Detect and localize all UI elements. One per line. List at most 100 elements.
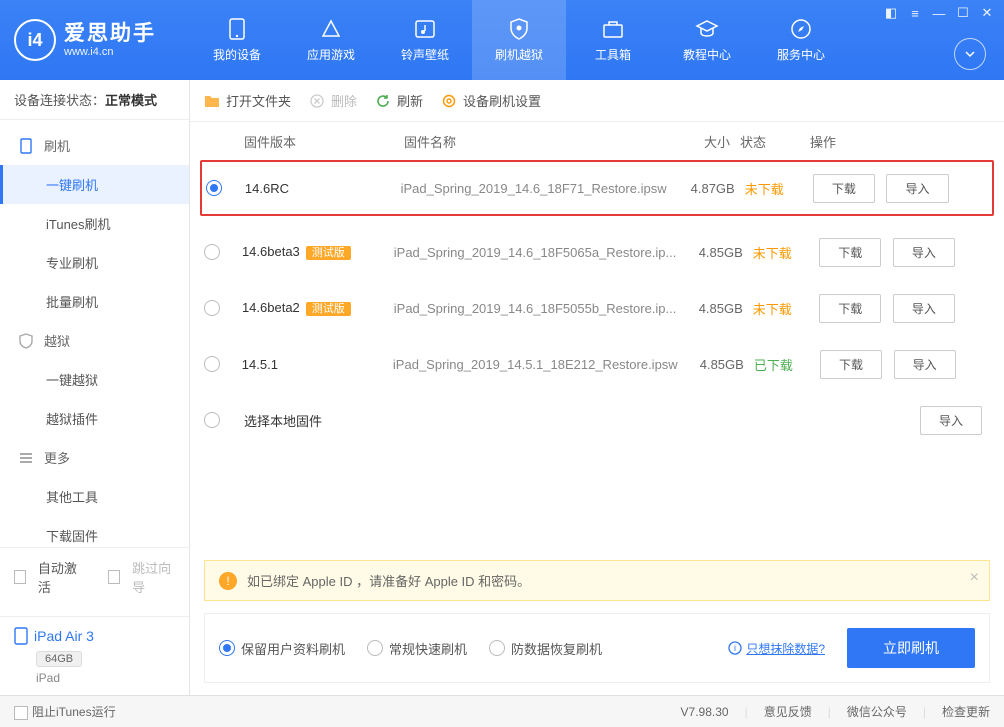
download-button[interactable]: 下载 bbox=[819, 294, 881, 323]
toolbar-open-folder[interactable]: 打开文件夹 bbox=[204, 91, 291, 110]
toolbar-settings[interactable]: 设备刷机设置 bbox=[441, 91, 541, 110]
import-button[interactable]: 导入 bbox=[886, 174, 948, 203]
firmware-radio[interactable] bbox=[206, 180, 222, 196]
sidebar-group-flash[interactable]: 刷机 bbox=[0, 126, 189, 165]
col-size: 大小 bbox=[660, 132, 740, 151]
sidebar-item-oneclick-flash[interactable]: 一键刷机 bbox=[0, 165, 189, 204]
sidebar-item-other-tools[interactable]: 其他工具 bbox=[0, 477, 189, 516]
firmware-version: 14.5.1 bbox=[242, 357, 278, 372]
toolbox-icon bbox=[601, 18, 625, 40]
beta-badge: 测试版 bbox=[306, 246, 351, 260]
nav-service[interactable]: 服务中心 bbox=[754, 0, 848, 80]
skip-guide-checkbox[interactable] bbox=[108, 570, 120, 584]
firmware-row[interactable]: 14.6beta3测试版 iPad_Spring_2019_14.6_18F50… bbox=[204, 224, 990, 280]
sidebar-item-pro-flash[interactable]: 专业刷机 bbox=[0, 243, 189, 282]
col-version: 固件版本 bbox=[244, 132, 404, 151]
auto-activate-label: 自动激活 bbox=[38, 558, 81, 596]
window-minimize-button[interactable]: — bbox=[928, 4, 950, 22]
info-icon: i bbox=[728, 641, 742, 655]
firmware-size: 4.87GB bbox=[691, 181, 735, 196]
window-menu-button[interactable]: ≡ bbox=[904, 4, 926, 22]
footer-feedback[interactable]: 意见反馈 bbox=[764, 703, 812, 720]
firmware-row[interactable]: 14.6beta2 测试版 iPad_Spring_2019_14.6_18F50… bbox=[204, 280, 990, 336]
firmware-radio[interactable] bbox=[204, 356, 220, 372]
sidebar: 设备连接状态：正常模式 刷机 一键刷机 iTunes刷机 专业刷机 批量刷机 越… bbox=[0, 80, 190, 695]
more-icon bbox=[18, 450, 34, 466]
import-button[interactable]: 导入 bbox=[893, 294, 955, 323]
firmware-status: 未下载 bbox=[753, 246, 792, 261]
phone-icon bbox=[225, 18, 249, 40]
sidebar-group-more[interactable]: 更多 bbox=[0, 438, 189, 477]
window-maximize-button[interactable]: ☐ bbox=[952, 4, 974, 22]
nav-ringtones[interactable]: 铃声壁纸 bbox=[378, 0, 472, 80]
toolbar: 打开文件夹 删除 刷新 设备刷机设置 bbox=[190, 80, 1004, 122]
nav-my-device[interactable]: 我的设备 bbox=[190, 0, 284, 80]
gear-icon bbox=[441, 93, 457, 109]
auto-activate-checkbox[interactable] bbox=[14, 570, 26, 584]
shield-small-icon bbox=[18, 333, 34, 349]
close-icon[interactable]: × bbox=[970, 569, 979, 587]
import-button[interactable]: 导入 bbox=[893, 238, 955, 267]
firmware-status: 已下载 bbox=[754, 358, 793, 373]
sidebar-group-jailbreak[interactable]: 越狱 bbox=[0, 321, 189, 360]
firmware-version: 14.6RC bbox=[245, 181, 289, 196]
block-itunes-checkbox[interactable]: 阻止iTunes运行 bbox=[14, 703, 116, 720]
col-name: 固件名称 bbox=[404, 132, 660, 151]
footer-update[interactable]: 检查更新 bbox=[942, 703, 990, 720]
music-icon bbox=[413, 18, 437, 40]
sidebar-item-itunes-flash[interactable]: iTunes刷机 bbox=[0, 204, 189, 243]
sidebar-item-batch-flash[interactable]: 批量刷机 bbox=[0, 282, 189, 321]
opt-keep-data[interactable]: 保留用户资料刷机 bbox=[219, 639, 345, 658]
nav-flash[interactable]: 刷机越狱 bbox=[472, 0, 566, 80]
brand-title: 爱思助手 bbox=[64, 21, 156, 46]
window-close-button[interactable]: ✕ bbox=[976, 4, 998, 22]
flash-icon bbox=[18, 138, 34, 154]
firmware-filename: iPad_Spring_2019_14.6_18F5065a_Restore.i… bbox=[394, 245, 677, 260]
firmware-row[interactable]: 14.5.1 iPad_Spring_2019_14.5.1_18E212_Re… bbox=[204, 336, 990, 392]
opt-anti-recovery[interactable]: 防数据恢复刷机 bbox=[489, 639, 602, 658]
dropdown-toggle[interactable] bbox=[954, 38, 986, 70]
firmware-row[interactable]: 14.6RC iPad_Spring_2019_14.6_18F71_Resto… bbox=[200, 160, 994, 216]
window-skin-button[interactable]: ◧ bbox=[880, 4, 902, 22]
app-version: V7.98.30 bbox=[681, 705, 729, 719]
local-firmware-label: 选择本地固件 bbox=[244, 414, 322, 429]
firmware-status: 未下载 bbox=[753, 302, 792, 317]
toolbar-delete[interactable]: 删除 bbox=[309, 91, 357, 110]
toolbar-refresh[interactable]: 刷新 bbox=[375, 91, 423, 110]
app-header: i4 爱思助手 www.i4.cn 我的设备 应用游戏 铃声壁纸 刷机越狱 工具… bbox=[0, 0, 1004, 80]
import-button[interactable]: 导入 bbox=[894, 350, 956, 379]
sidebar-item-download-firmware[interactable]: 下载固件 bbox=[0, 516, 189, 547]
main-panel: 打开文件夹 删除 刷新 设备刷机设置 固件版本 固件名称 大小 状态 操作 bbox=[190, 80, 1004, 695]
firmware-row-local[interactable]: 选择本地固件 导入 bbox=[204, 392, 990, 448]
flash-now-button[interactable]: 立即刷机 bbox=[847, 628, 975, 668]
firmware-radio[interactable] bbox=[204, 412, 220, 428]
download-button[interactable]: 下载 bbox=[819, 238, 881, 267]
download-button[interactable]: 下载 bbox=[820, 350, 882, 379]
firmware-size: 4.85GB bbox=[699, 301, 743, 316]
firmware-size: 4.85GB bbox=[700, 357, 744, 372]
warning-icon: ! bbox=[219, 572, 237, 590]
sidebar-item-oneclick-jailbreak[interactable]: 一键越狱 bbox=[0, 360, 189, 399]
flash-options: 保留用户资料刷机 常规快速刷机 防数据恢复刷机 i 只想抹除数据? 立即刷机 bbox=[204, 613, 990, 683]
firmware-filename: iPad_Spring_2019_14.6_18F5055b_Restore.i… bbox=[394, 301, 677, 316]
folder-icon bbox=[204, 93, 220, 109]
import-button[interactable]: 导入 bbox=[920, 406, 982, 435]
nav-toolbox[interactable]: 工具箱 bbox=[566, 0, 660, 80]
apps-icon bbox=[319, 18, 343, 40]
skip-guide-label: 跳过向导 bbox=[132, 558, 175, 596]
nav-tutorials[interactable]: 教程中心 bbox=[660, 0, 754, 80]
firmware-radio[interactable] bbox=[204, 300, 220, 316]
device-info[interactable]: iPad Air 3 64GB iPad bbox=[0, 616, 189, 695]
download-button[interactable]: 下载 bbox=[813, 174, 875, 203]
beta-badge: 测试版 bbox=[306, 302, 351, 316]
footer-wechat[interactable]: 微信公众号 bbox=[847, 703, 907, 720]
firmware-radio[interactable] bbox=[204, 244, 220, 260]
nav-apps[interactable]: 应用游戏 bbox=[284, 0, 378, 80]
col-actions: 操作 bbox=[810, 132, 990, 151]
opt-normal[interactable]: 常规快速刷机 bbox=[367, 639, 467, 658]
erase-only-link[interactable]: i 只想抹除数据? bbox=[728, 640, 825, 657]
sidebar-item-jailbreak-plugins[interactable]: 越狱插件 bbox=[0, 399, 189, 438]
svg-text:i: i bbox=[734, 643, 736, 653]
firmware-version: 14.6beta2 bbox=[242, 300, 300, 315]
firmware-status: 未下载 bbox=[745, 182, 784, 197]
